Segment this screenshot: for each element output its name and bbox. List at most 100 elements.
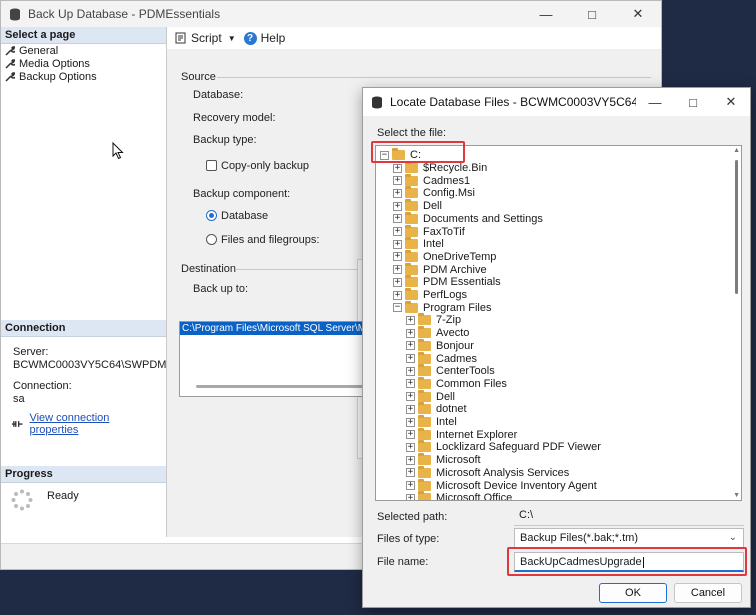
folder-icon xyxy=(405,275,418,288)
script-button[interactable]: Script ▼ xyxy=(175,31,236,45)
expand-icon[interactable]: + xyxy=(406,481,415,491)
dropdown-arrow-icon[interactable]: ▼ xyxy=(228,34,236,43)
destination-path-item[interactable]: C:\Program Files\Microsoft SQL Server\MS xyxy=(180,322,368,335)
tree-item[interactable]: + Locklizard Safeguard PDF Viewer xyxy=(406,440,601,454)
expand-icon[interactable]: + xyxy=(406,354,415,364)
files-of-type-select[interactable]: Backup Files(*.bak;*.tm) ⌄ xyxy=(514,528,744,548)
copy-only-checkbox[interactable] xyxy=(206,160,217,171)
expand-icon[interactable]: + xyxy=(393,290,402,300)
folder-icon xyxy=(418,364,431,377)
dialog-close-icon[interactable]: ✕ xyxy=(712,88,750,116)
dialog-minimize-icon[interactable]: — xyxy=(636,88,674,116)
tree-item[interactable]: + Microsoft xyxy=(406,453,481,467)
expand-icon[interactable]: + xyxy=(393,252,402,262)
expand-icon[interactable]: + xyxy=(406,315,415,325)
folder-icon xyxy=(418,478,431,491)
view-connection-properties-link[interactable]: View connection properties xyxy=(29,412,156,436)
expand-icon[interactable]: + xyxy=(406,379,415,389)
script-icon xyxy=(175,32,186,44)
expand-icon[interactable]: + xyxy=(393,265,402,275)
tree-vscroll-thumb[interactable] xyxy=(735,160,738,294)
server-value: BCWMC0003VY5C64\SWPDM xyxy=(13,359,167,371)
tree-item-label: PDM Essentials xyxy=(423,276,501,289)
expand-icon[interactable]: + xyxy=(406,392,415,402)
expand-icon[interactable]: + xyxy=(406,366,415,376)
files-filegroups-radio[interactable] xyxy=(206,234,217,245)
tree-item[interactable]: + $Recycle.Bin xyxy=(393,161,487,175)
database-icon xyxy=(10,8,20,20)
expand-icon[interactable]: + xyxy=(393,277,402,287)
tree-item[interactable]: + Config.Msi xyxy=(393,186,475,200)
tree-item[interactable]: +7-Zip xyxy=(406,313,461,327)
expand-icon[interactable]: + xyxy=(406,455,415,465)
expand-icon[interactable]: + xyxy=(406,417,415,427)
expand-icon[interactable]: + xyxy=(406,493,415,500)
page-backup-options[interactable]: Backup Options xyxy=(1,70,166,83)
dialog-maximize-icon[interactable]: □ xyxy=(674,88,712,116)
destination-hscroll[interactable] xyxy=(196,385,366,388)
expand-icon[interactable]: + xyxy=(393,176,402,186)
tree-item[interactable]: + Intel xyxy=(393,237,444,251)
expand-icon[interactable]: + xyxy=(393,214,402,224)
main-titlebar[interactable]: Back Up Database - PDMEssentials — □ ✕ xyxy=(1,1,661,27)
tree-item[interactable]: + PDM Archive xyxy=(393,262,487,276)
tree-item[interactable]: + Microsoft Office xyxy=(406,491,512,500)
backup-type-label: Backup type: xyxy=(193,134,257,146)
tree-item[interactable]: + Avecto xyxy=(406,326,469,340)
tree-item[interactable]: + Cadmes1 xyxy=(393,173,470,187)
expand-icon[interactable]: + xyxy=(406,328,415,338)
tree-item[interactable]: + CenterTools xyxy=(406,364,495,378)
tree-item[interactable]: + PerfLogs xyxy=(393,288,467,302)
maximize-icon[interactable]: □ xyxy=(569,1,615,27)
tree-item[interactable]: + Dell xyxy=(393,199,442,213)
connection-value: sa xyxy=(13,393,25,405)
tree-item-label: CenterTools xyxy=(436,365,495,378)
tree-item[interactable]: + Cadmes xyxy=(406,351,477,365)
ok-button[interactable]: OK xyxy=(599,583,667,603)
dialog-titlebar[interactable]: Locate Database Files - BCWMC0003VY5C64\… xyxy=(363,88,750,116)
expand-icon[interactable]: + xyxy=(406,468,415,478)
tree-item[interactable]: + dotnet xyxy=(406,402,467,416)
expand-icon[interactable]: + xyxy=(393,201,402,211)
tree-item[interactable]: + PDM Essentials xyxy=(393,275,501,289)
tree-item[interactable]: + Bonjour xyxy=(406,338,474,353)
tree-item[interactable]: + FaxToTif xyxy=(393,224,465,238)
scroll-down-icon[interactable]: ▼ xyxy=(733,492,740,499)
backup-component-label: Backup component: xyxy=(193,188,291,200)
database-radio[interactable] xyxy=(206,210,217,221)
expand-icon[interactable]: + xyxy=(393,227,402,237)
page-sidebar: Select a page General Media Options Back… xyxy=(1,27,167,537)
tree-item[interactable]: + Internet Explorer xyxy=(406,427,518,441)
tree-item[interactable]: + Intel xyxy=(406,415,457,429)
expand-icon[interactable]: + xyxy=(406,404,415,414)
tree-item-label: Locklizard Safeguard PDF Viewer xyxy=(436,441,601,454)
expand-icon[interactable]: + xyxy=(393,163,402,173)
expand-icon[interactable]: + xyxy=(393,188,402,198)
page-general[interactable]: General xyxy=(1,44,166,57)
tree-item[interactable]: − Program Files xyxy=(393,300,492,314)
tree-item[interactable]: + OneDriveTemp xyxy=(393,249,496,264)
collapse-icon[interactable]: − xyxy=(393,303,402,313)
tree-item[interactable]: + Documents and Settings xyxy=(393,211,543,226)
tree-item[interactable]: + Common Files xyxy=(406,376,507,391)
folder-tree[interactable]: − C: + $Recycle.Bin + Cadmes1 + Config.Msi + Dell… xyxy=(375,145,742,501)
tree-item[interactable]: + Microsoft Analysis Services xyxy=(406,465,569,480)
cancel-button[interactable]: Cancel xyxy=(674,583,742,603)
minimize-icon[interactable]: — xyxy=(523,1,569,27)
expand-icon[interactable]: + xyxy=(406,430,415,440)
destination-list[interactable]: C:\Program Files\Microsoft SQL Server\MS xyxy=(179,321,369,397)
close-icon[interactable]: ✕ xyxy=(615,1,661,27)
expand-icon[interactable]: + xyxy=(393,239,402,249)
tree-item[interactable]: + Microsoft Device Inventory Agent xyxy=(406,478,597,492)
tree-item-label: Program Files xyxy=(423,301,492,314)
page-media-options[interactable]: Media Options xyxy=(1,57,166,70)
expand-icon[interactable]: + xyxy=(406,341,415,351)
expand-icon[interactable]: + xyxy=(406,442,415,452)
folder-icon xyxy=(405,161,418,174)
tree-item[interactable]: + Dell xyxy=(406,389,455,403)
help-button[interactable]: ? Help xyxy=(243,31,285,45)
scroll-up-icon[interactable]: ▲ xyxy=(733,147,740,154)
main-window-title: Back Up Database - PDMEssentials xyxy=(28,7,221,21)
tree-item-label: Internet Explorer xyxy=(436,428,518,441)
toolbar: Script ▼ ? Help xyxy=(167,27,661,49)
